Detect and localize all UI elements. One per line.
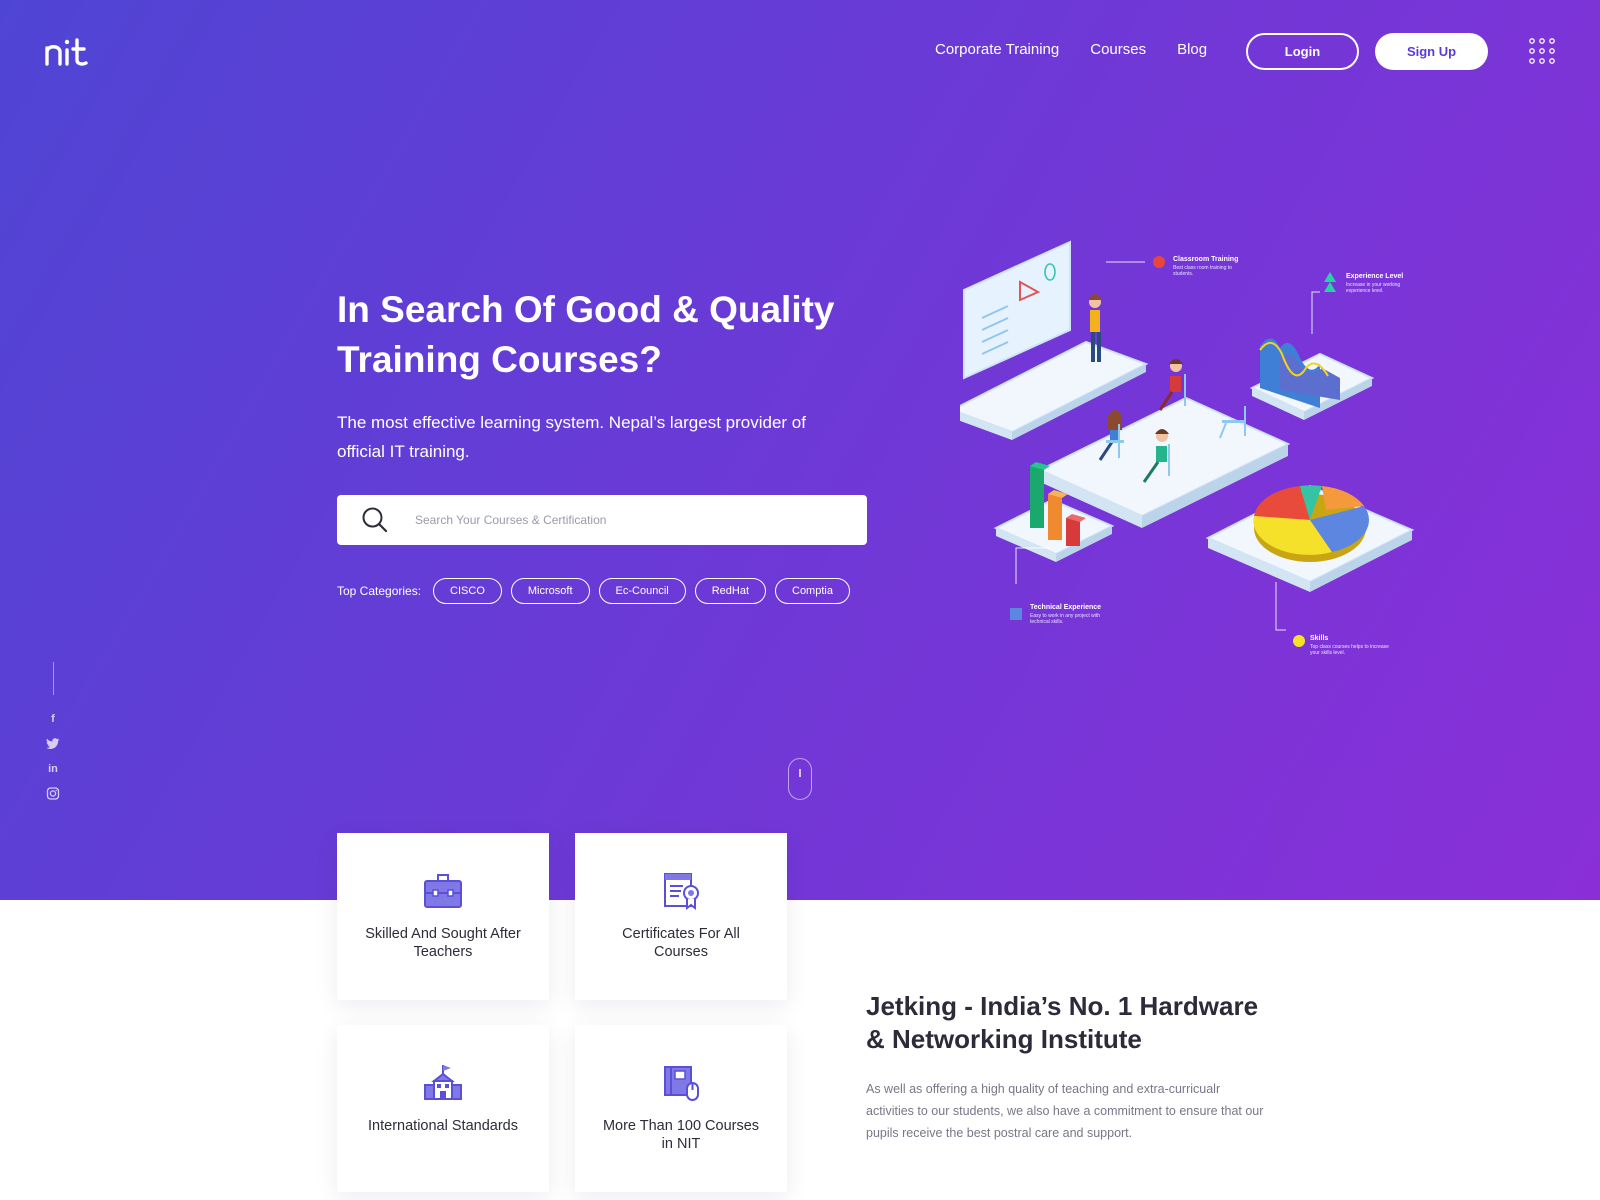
about-text: As well as offering a high quality of te… (866, 1082, 1264, 1140)
feature-text-standards: International Standards (368, 1118, 518, 1134)
category-chip-redhat[interactable]: RedHat (694, 578, 766, 604)
nav-blog[interactable]: Blog (1177, 40, 1207, 60)
illus-label-experience: Experience Level (1346, 273, 1404, 280)
illus-label-skills: Skills (1310, 635, 1329, 642)
illus-label-classroom: Classroom Training (1173, 256, 1239, 263)
illus-desc-skills: Top class courses helps to increase your… (1310, 644, 1389, 656)
course-search-bar (337, 495, 867, 545)
illus-desc-experience: Increase in your working experience leve… (1346, 282, 1401, 294)
hero-illustration: Classroom Training Best class room train… (949, 238, 1420, 658)
instagram-icon[interactable] (46, 787, 60, 800)
school-building-icon (424, 1065, 462, 1100)
illus-desc-technical: Easy to work in any project with technic… (1030, 613, 1101, 625)
top-categories-label: Top Categories: (337, 584, 422, 598)
hero-section: Corporate Training Courses Blog Login Si… (0, 0, 1600, 900)
twitter-icon[interactable] (46, 737, 60, 750)
search-icon[interactable] (361, 506, 389, 534)
book-mouse-icon (664, 1066, 699, 1101)
feature-card-standards: International Standards (337, 1025, 549, 1192)
social-links: f in (46, 712, 60, 800)
top-categories: Top Categories: CISCO Microsoft Ec-Counc… (337, 578, 859, 604)
illus-desc-classroom: Best class room training to students. (1173, 265, 1232, 277)
main-nav: Corporate Training Courses Blog (935, 40, 1207, 60)
feature-text-courses: More Than 100 Courses in NIT (602, 1118, 760, 1152)
about-title: Jetking - India’s No. 1 Hardware & Netwo… (866, 991, 1259, 1054)
feature-text-teachers: Skilled And Sought After Teachers (365, 926, 521, 960)
hero-subtitle: The most effective learning system. Nepa… (337, 413, 806, 461)
briefcase-icon (424, 874, 462, 908)
feature-text-certificates: Certificates For All Courses (622, 926, 740, 960)
category-chip-ec-council[interactable]: Ec-Council (598, 578, 686, 604)
login-button[interactable]: Login (1246, 33, 1359, 70)
hero-title: In Search Of Good & Quality Training Cou… (337, 289, 835, 380)
facebook-icon[interactable]: f (46, 712, 60, 725)
category-chip-cisco[interactable]: CISCO (433, 578, 502, 604)
feature-card-certificates: Certificates For All Courses (575, 833, 787, 1000)
apps-grid-icon[interactable] (1529, 38, 1555, 64)
feature-card-teachers: Skilled And Sought After Teachers (337, 833, 549, 1000)
isometric-classroom-illustration (949, 240, 1415, 647)
category-chip-microsoft[interactable]: Microsoft (510, 578, 590, 604)
scroll-down-indicator[interactable] (788, 758, 812, 800)
nav-corporate-training[interactable]: Corporate Training (935, 40, 1059, 60)
feature-card-courses: More Than 100 Courses in NIT (575, 1025, 787, 1192)
search-input[interactable] (415, 505, 835, 535)
nav-courses[interactable]: Courses (1090, 40, 1146, 60)
nit-logo[interactable] (44, 36, 90, 68)
certificate-icon (664, 873, 699, 910)
linkedin-icon[interactable]: in (46, 762, 60, 775)
category-chip-comptia[interactable]: Comptia (775, 578, 850, 604)
signup-button[interactable]: Sign Up (1375, 33, 1488, 70)
social-divider (53, 662, 54, 695)
illus-label-technical: Technical Experience (1030, 604, 1102, 611)
